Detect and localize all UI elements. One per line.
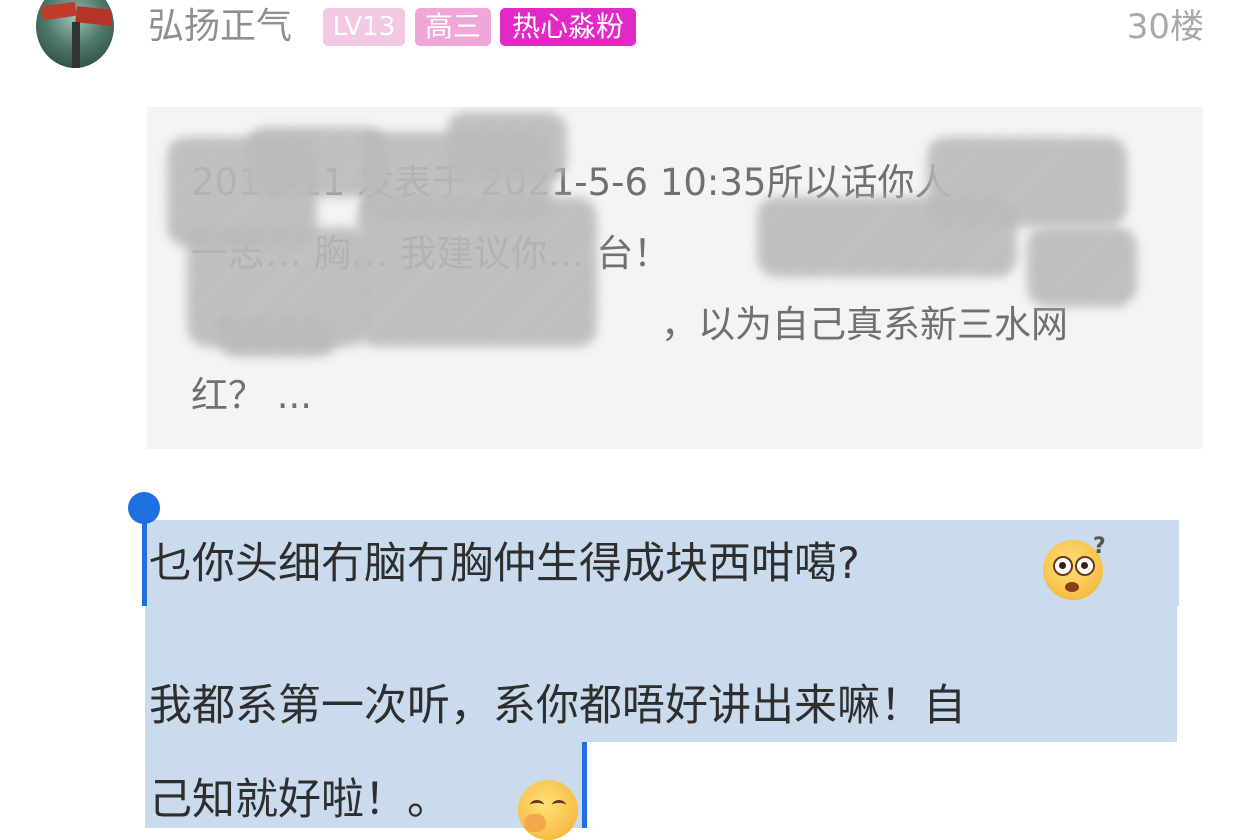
reply-line-3[interactable]: 己知就好啦！。 bbox=[149, 770, 450, 830]
reply-line-2[interactable]: 我都系第一次听，系你都唔好讲出来嘛！自 bbox=[149, 676, 966, 736]
selection-end-caret[interactable] bbox=[582, 742, 587, 828]
username[interactable]: 弘扬正气 bbox=[148, 4, 292, 50]
avatar-sign-left bbox=[41, 1, 77, 21]
fan-badge: 热心淼粉 bbox=[500, 8, 636, 46]
avatar-sign-right bbox=[75, 6, 113, 26]
user-avatar[interactable] bbox=[36, 0, 114, 68]
avatar-post bbox=[72, 22, 80, 68]
shocked-question-emoji: ? bbox=[1043, 534, 1106, 600]
quoted-line-4: 红？ ... bbox=[191, 374, 313, 417]
floor-number: 30楼 bbox=[1126, 7, 1204, 47]
grade-badge: 高三 bbox=[415, 8, 491, 46]
redaction-scribble bbox=[357, 197, 597, 347]
redaction-scribble bbox=[447, 112, 567, 182]
quoted-post[interactable]: 2016-11 发表于 2021-5-6 10:35所以话你人 一志… 胸… 我… bbox=[147, 107, 1203, 449]
reply-line-1[interactable]: 乜你头细冇脑冇胸仲生得成块西咁噶? bbox=[149, 534, 860, 594]
redaction-scribble bbox=[1027, 227, 1137, 307]
selection-start-caret[interactable] bbox=[142, 520, 147, 606]
redaction-scribble bbox=[927, 137, 1127, 227]
level-badge: LV13 bbox=[323, 8, 405, 46]
shy-smile-emoji bbox=[518, 780, 578, 840]
redaction-scribble bbox=[217, 317, 337, 357]
